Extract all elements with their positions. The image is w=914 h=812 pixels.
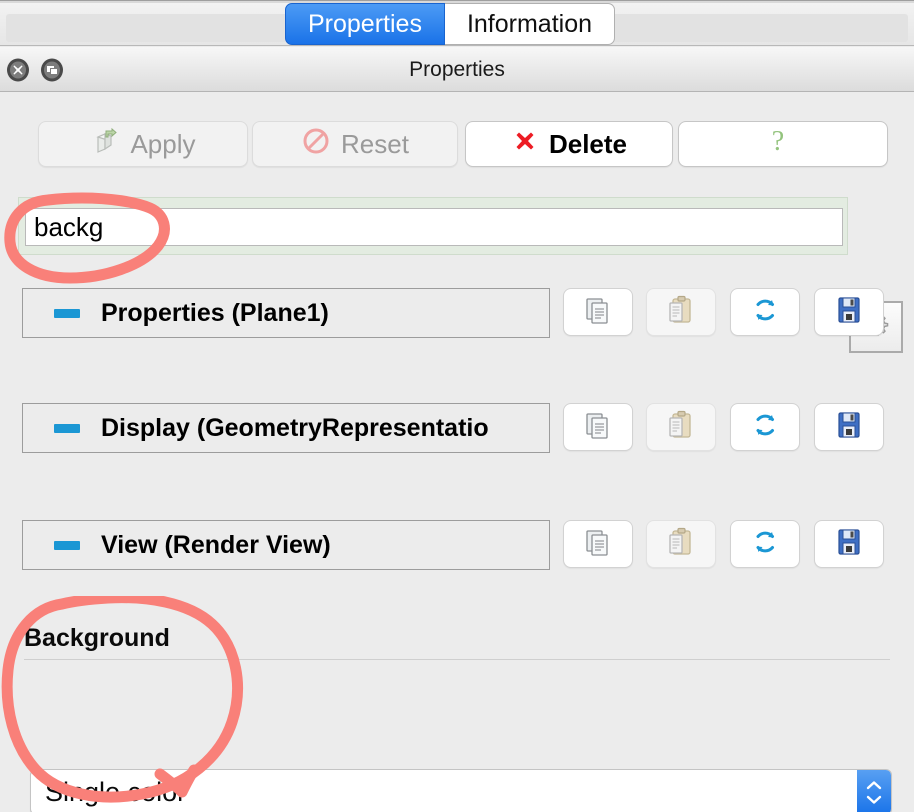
reset-button[interactable]: Reset <box>252 121 458 167</box>
apply-green-arrow-icon <box>90 126 120 163</box>
section-properties-label: Properties (Plane1) <box>101 298 329 327</box>
section-view-label: View (Render View) <box>101 530 331 559</box>
section-properties-restore-button[interactable] <box>730 288 800 336</box>
section-display: Display (GeometryRepresentatio <box>0 403 914 453</box>
section-view-copy-button[interactable] <box>563 520 633 568</box>
collapse-bar-icon[interactable] <box>54 540 80 550</box>
tab-properties[interactable]: Properties <box>285 3 445 45</box>
save-floppy-icon <box>833 294 865 331</box>
restore-refresh-icon <box>749 526 781 563</box>
section-properties-paste-button[interactable] <box>646 288 716 336</box>
copy-documents-icon <box>582 526 614 563</box>
section-display-save-button[interactable] <box>814 403 884 451</box>
section-view-restore-button[interactable] <box>730 520 800 568</box>
paste-clipboard-icon <box>665 294 697 331</box>
dock-title-bar: Properties <box>0 47 914 92</box>
apply-button-label: Apply <box>130 128 196 159</box>
section-display-restore-button[interactable] <box>730 403 800 451</box>
search-highlight-frame <box>18 197 848 255</box>
properties-panel: Properties Information Properties Apply … <box>0 0 914 812</box>
search-input[interactable] <box>25 208 843 246</box>
delete-button-label: Delete <box>548 128 628 159</box>
collapse-bar-icon[interactable] <box>54 423 80 433</box>
section-properties-header[interactable]: Properties (Plane1) <box>22 288 550 338</box>
reset-button-label: Reset <box>341 128 409 159</box>
paste-clipboard-icon <box>665 409 697 446</box>
section-display-paste-button[interactable] <box>646 403 716 451</box>
tab-information[interactable]: Information <box>444 3 616 45</box>
section-display-copy-button[interactable] <box>563 403 633 451</box>
section-view-paste-button[interactable] <box>646 520 716 568</box>
restore-refresh-icon <box>749 409 781 446</box>
chevron-up-down-icon[interactable] <box>857 770 891 812</box>
section-properties-save-button[interactable] <box>814 288 884 336</box>
panel-body: Apply Reset Delete ? backg Properties (P… <box>0 93 914 812</box>
section-properties: Properties (Plane1) <box>0 288 914 338</box>
reset-prohibited-icon <box>301 126 331 163</box>
tab-list: Properties Information <box>285 3 616 45</box>
panel-toolbar: Apply Reset Delete ? <box>0 121 914 169</box>
help-question-mark-icon: ? <box>762 125 794 164</box>
copy-documents-icon <box>582 409 614 446</box>
apply-button[interactable]: Apply <box>38 121 248 167</box>
background-group-title: Background <box>24 624 170 652</box>
undock-window-icon[interactable] <box>40 58 64 82</box>
search-row <box>0 193 914 261</box>
background-mode-select[interactable]: Single color <box>30 769 892 812</box>
help-button[interactable]: ? <box>678 121 888 167</box>
tab-properties-label: Properties <box>308 9 422 38</box>
copy-documents-icon <box>582 294 614 331</box>
close-icon[interactable] <box>6 58 30 82</box>
section-view: View (Render View) <box>0 520 914 570</box>
collapse-bar-icon[interactable] <box>54 308 80 318</box>
restore-refresh-icon <box>749 294 781 331</box>
section-properties-copy-button[interactable] <box>563 288 633 336</box>
background-mode-value: Single color <box>45 776 187 807</box>
tab-bar: Properties Information <box>0 0 914 46</box>
background-group-divider <box>24 659 890 660</box>
paste-clipboard-icon <box>665 526 697 563</box>
delete-red-x-icon <box>511 127 539 162</box>
save-floppy-icon <box>833 409 865 446</box>
section-view-save-button[interactable] <box>814 520 884 568</box>
section-view-header[interactable]: View (Render View) <box>22 520 550 570</box>
save-floppy-icon <box>833 526 865 563</box>
dock-title-text: Properties <box>409 57 505 81</box>
tab-information-label: Information <box>466 9 593 38</box>
section-display-label: Display (GeometryRepresentatio <box>101 413 489 442</box>
svg-text:?: ? <box>772 126 784 157</box>
section-display-header[interactable]: Display (GeometryRepresentatio <box>22 403 550 453</box>
delete-button[interactable]: Delete <box>465 121 673 167</box>
